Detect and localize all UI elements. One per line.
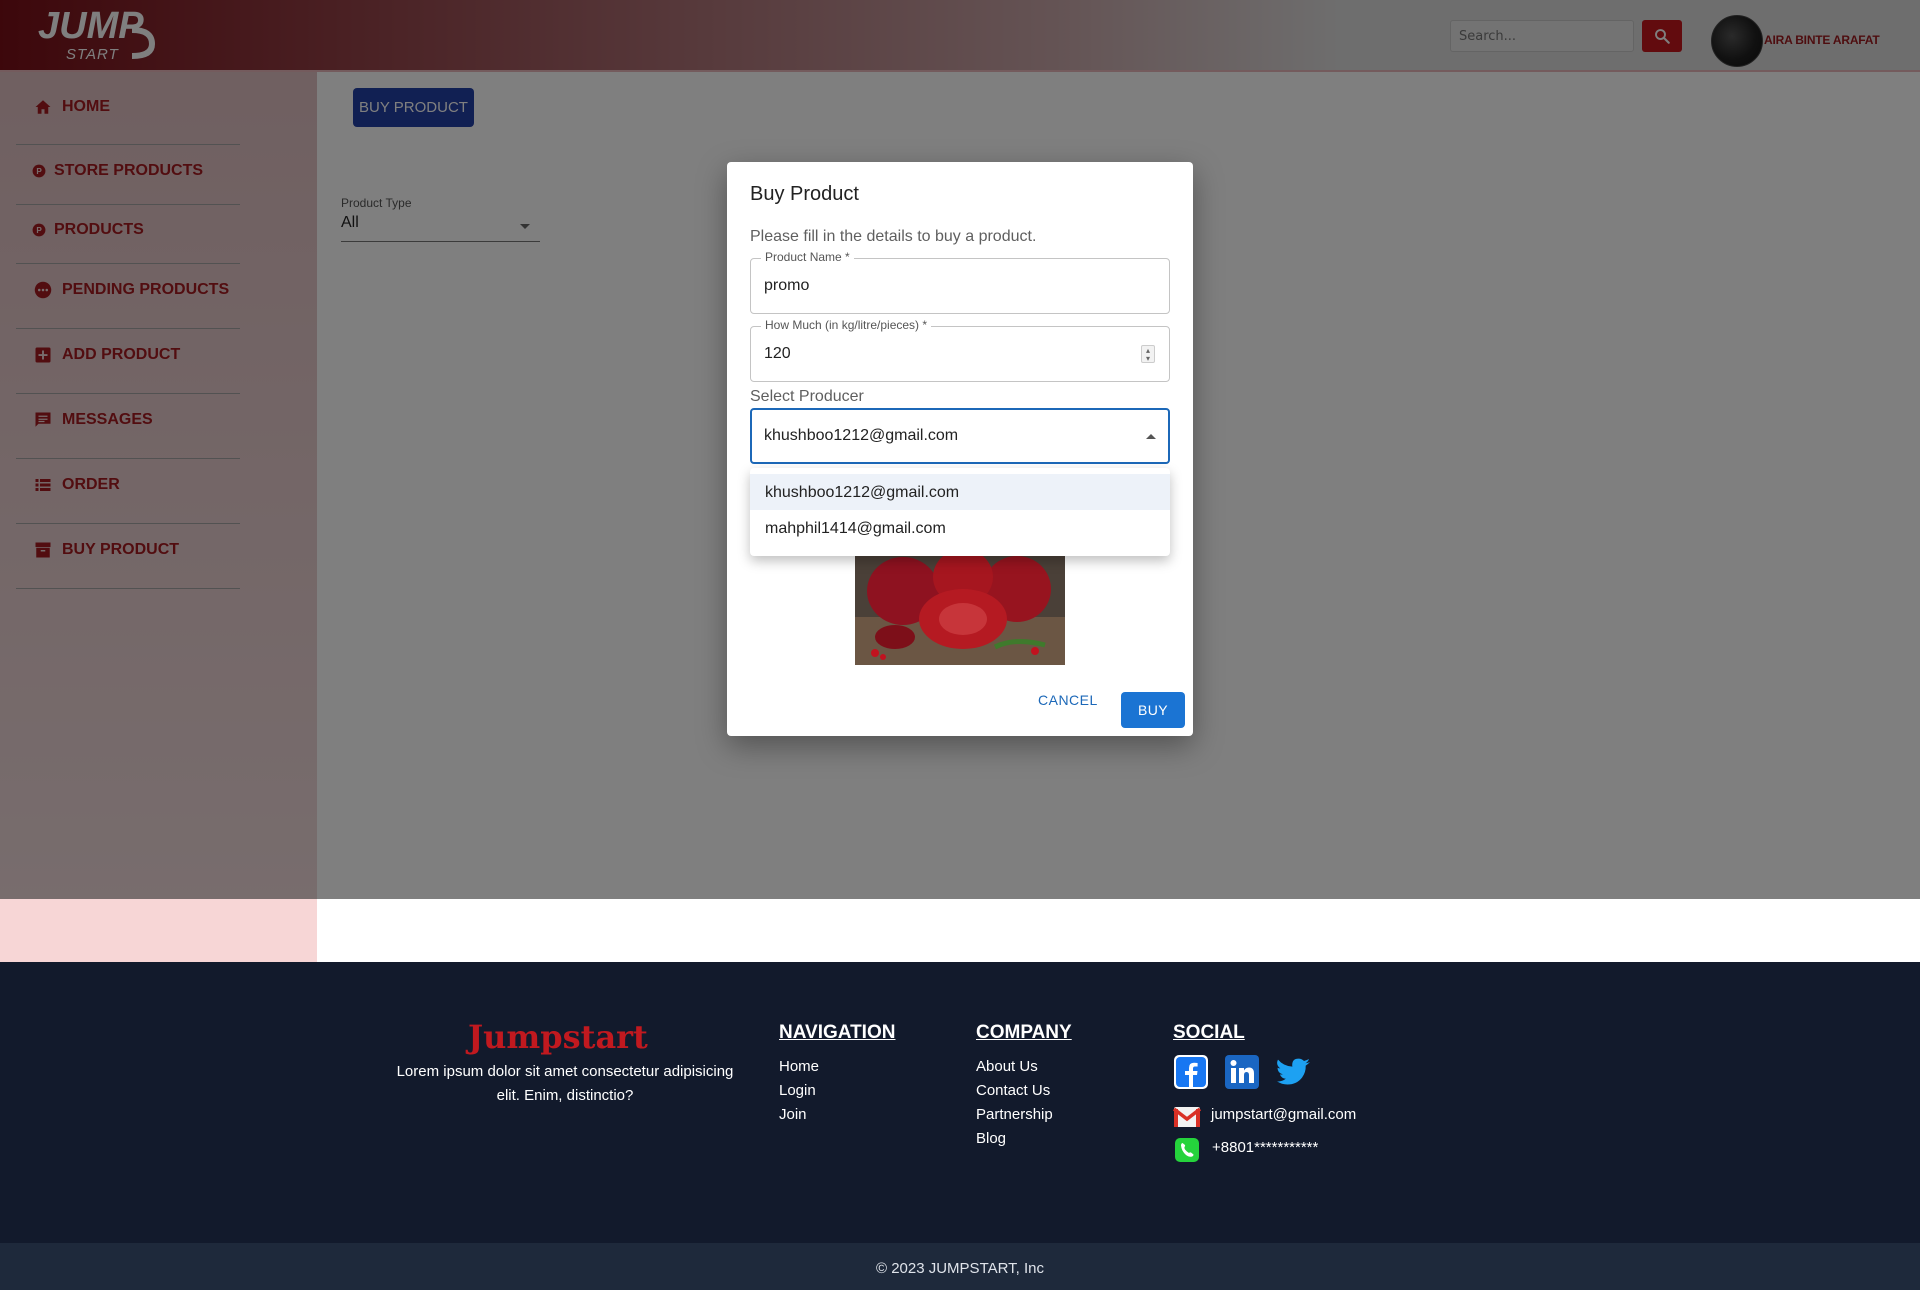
- chevron-up-icon: [1146, 434, 1156, 439]
- quantity-label: How Much (in kg/litre/pieces) *: [761, 318, 932, 332]
- quantity-value: 120: [764, 345, 791, 362]
- quantity-field[interactable]: How Much (in kg/litre/pieces) * 120 ▴ ▾: [750, 318, 1170, 382]
- phone-icon: [1175, 1138, 1199, 1162]
- linkedin-icon[interactable]: [1224, 1054, 1260, 1090]
- footer-email[interactable]: jumpstart@gmail.com: [1211, 1106, 1356, 1123]
- product-name-value: promo: [764, 277, 810, 294]
- producer-label: Select Producer: [750, 388, 864, 405]
- footer-link-contact-us[interactable]: Contact Us: [976, 1082, 1050, 1099]
- quantity-stepper[interactable]: ▴ ▾: [1141, 345, 1155, 363]
- producer-option[interactable]: khushboo1212@gmail.com: [750, 474, 1170, 510]
- buy-product-dialog: Buy Product Please fill in the details t…: [727, 162, 1193, 736]
- footer-phone[interactable]: +8801***********: [1212, 1139, 1318, 1156]
- product-image: [855, 547, 1065, 665]
- footer-link-join[interactable]: Join: [779, 1106, 807, 1123]
- footer: [0, 962, 1920, 1243]
- twitter-icon[interactable]: [1276, 1054, 1312, 1090]
- navigation-heading: NAVIGATION: [779, 1022, 896, 1043]
- footer-link-home[interactable]: Home: [779, 1058, 819, 1075]
- producer-select[interactable]: khushboo1212@gmail.com: [750, 408, 1170, 464]
- footer-brand: Jumpstart: [468, 1018, 648, 1056]
- gmail-icon: [1173, 1107, 1201, 1127]
- buy-button[interactable]: BUY: [1121, 692, 1185, 728]
- footer-link-about-us[interactable]: About Us: [976, 1058, 1038, 1075]
- social-heading: SOCIAL: [1173, 1022, 1245, 1043]
- footer-link-partnership[interactable]: Partnership: [976, 1106, 1053, 1123]
- dialog-title: Buy Product: [750, 183, 859, 205]
- producer-option[interactable]: mahphil1414@gmail.com: [750, 510, 1170, 546]
- footer-link-login[interactable]: Login: [779, 1082, 816, 1099]
- company-heading: COMPANY: [976, 1022, 1072, 1043]
- copyright-text: © 2023 JUMPSTART, Inc: [875, 1260, 1045, 1277]
- producer-dropdown-menu: khushboo1212@gmail.com mahphil1414@gmail…: [750, 468, 1170, 556]
- cancel-button[interactable]: CANCEL: [1038, 692, 1098, 708]
- footer-tagline: Lorem ipsum dolor sit amet consectetur a…: [396, 1063, 734, 1104]
- producer-value: khushboo1212@gmail.com: [764, 427, 959, 444]
- dialog-description: Please fill in the details to buy a prod…: [750, 228, 1037, 245]
- footer-link-blog[interactable]: Blog: [976, 1130, 1006, 1147]
- product-name-field[interactable]: Product Name * promo: [750, 250, 1170, 314]
- product-name-label: Product Name *: [761, 250, 854, 264]
- sidebar-bottom-band: [0, 899, 317, 962]
- facebook-icon[interactable]: [1173, 1054, 1209, 1090]
